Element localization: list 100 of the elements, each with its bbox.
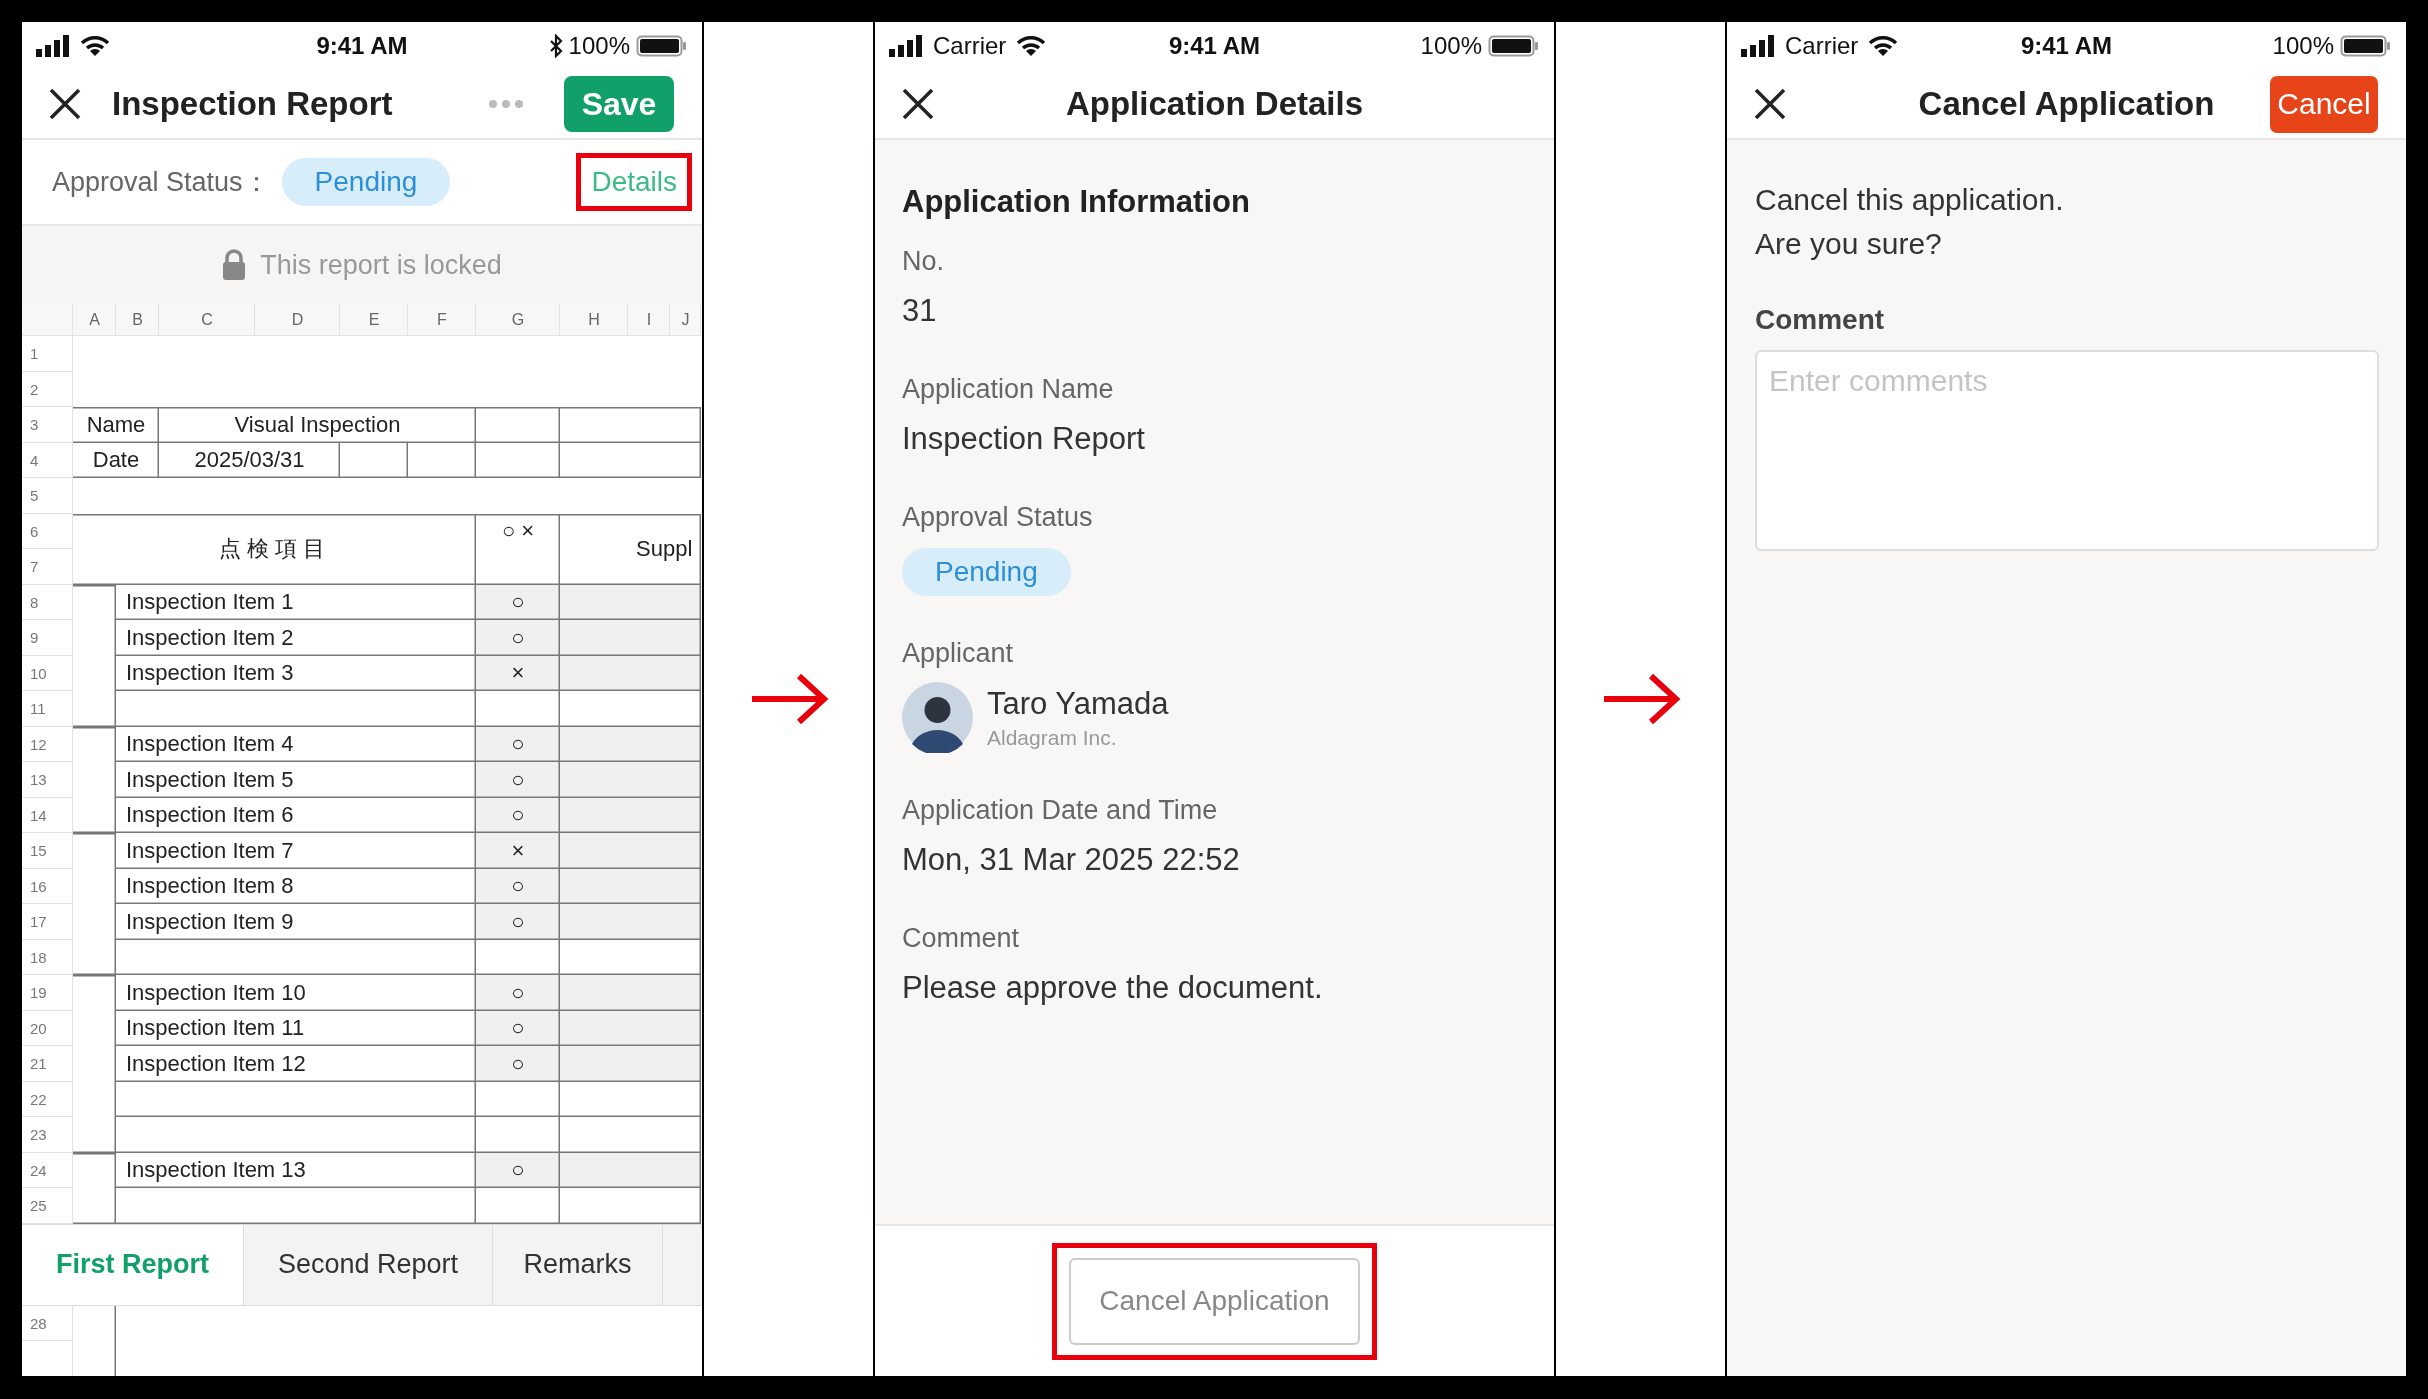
row-number: 2 — [22, 371, 73, 407]
table-cell: ○ — [476, 797, 560, 833]
row-number: 23 — [22, 1117, 73, 1153]
battery-percent: 100% — [568, 32, 630, 60]
row-number: 6 — [22, 513, 73, 549]
details-link[interactable]: Details — [581, 158, 687, 206]
column-header: J — [670, 304, 701, 336]
applicant-name: Taro Yamada — [987, 685, 1169, 722]
table-cell: Date — [73, 442, 159, 478]
table-cell: Inspection Item 2 — [116, 620, 476, 656]
row-number: 16 — [22, 868, 73, 904]
battery-icon — [636, 34, 688, 58]
wifi-icon — [1016, 35, 1047, 57]
row-number: 5 — [22, 478, 73, 514]
field-label: Application Name — [902, 373, 1115, 406]
battery-percent: 100% — [2272, 32, 2334, 60]
field-value: Please approve the document. — [902, 969, 1323, 1007]
lock-notice: This report is locked — [260, 249, 502, 281]
row-number: 14 — [22, 797, 73, 833]
table-cell: ○ — [476, 584, 560, 620]
table-cell: Inspection Item 13 — [116, 1152, 476, 1188]
column-header: H — [560, 304, 628, 336]
row-number: 15 — [22, 833, 73, 869]
table-cell: ○ — [476, 726, 560, 762]
field-label: Approval Status — [902, 501, 1094, 534]
row-number: 7 — [22, 549, 73, 585]
row-number: 22 — [22, 1081, 73, 1117]
field-label: Comment — [902, 922, 1021, 955]
field-value: 31 — [902, 292, 937, 330]
table-cell: Inspection Item 12 — [116, 1046, 476, 1082]
confirmation-message: Cancel this application. — [1755, 182, 2065, 218]
table-cell: Inspection Item 8 — [116, 868, 476, 904]
signal-icon — [889, 35, 923, 57]
field-value: Inspection Report — [902, 420, 1145, 458]
close-icon[interactable] — [48, 87, 82, 121]
table-cell: Inspection Item 4 — [116, 726, 476, 762]
table-cell: ○ — [476, 1046, 560, 1082]
signal-icon — [1741, 35, 1775, 57]
table-cell: Inspection Item 7 — [116, 833, 476, 869]
table-cell: Inspection Item 10 — [116, 975, 476, 1011]
status-badge: Pending — [281, 158, 451, 206]
field-label: Applicant — [902, 637, 1015, 670]
table-header: ○ × — [476, 513, 560, 585]
table-cell: ○ — [476, 868, 560, 904]
column-header: G — [476, 304, 560, 336]
carrier-name: Carrier — [933, 32, 1007, 60]
wifi-icon — [1868, 35, 1899, 57]
close-icon[interactable] — [901, 87, 935, 121]
table-cell: ○ — [476, 620, 560, 656]
approval-label: Approval Status： — [52, 166, 270, 199]
table-cell — [73, 1152, 116, 1224]
screen-title: Inspection Report — [112, 85, 393, 123]
cancel-application-button[interactable]: Cancel Application — [1069, 1257, 1360, 1345]
screen-title: Application Details — [1065, 85, 1364, 122]
table-cell: × — [476, 655, 560, 691]
row-number: 18 — [22, 939, 73, 975]
close-icon[interactable] — [1753, 87, 1787, 121]
row-number: 25 — [22, 1188, 73, 1224]
row-number: 19 — [22, 975, 73, 1011]
row-number: 17 — [22, 904, 73, 940]
comment-field[interactable]: Enter comments — [1755, 350, 2379, 551]
table-header: 点検項目 — [73, 513, 476, 585]
status-time: 9:41 AM — [1168, 32, 1261, 60]
row-number: 13 — [22, 762, 73, 798]
table-cell: ○ — [476, 975, 560, 1011]
column-header: D — [255, 304, 340, 336]
table-cell: ○ — [476, 762, 560, 798]
table-cell: 2025/03/31 — [159, 442, 340, 478]
table-cell: Visual Inspection — [159, 407, 476, 443]
table-cell: Inspection Item 6 — [116, 797, 476, 833]
table-cell: Inspection Item 5 — [116, 762, 476, 798]
lock-icon — [222, 249, 247, 281]
row-number: 8 — [22, 584, 73, 620]
field-label: No. — [902, 245, 946, 278]
wifi-icon — [80, 35, 110, 57]
battery-percent: 100% — [1420, 32, 1482, 60]
battery-icon — [2340, 34, 2392, 58]
table-cell: Inspection Item 9 — [116, 904, 476, 940]
table-cell — [408, 442, 476, 478]
carrier-name: Carrier — [1785, 32, 1859, 60]
table-cell: ○ — [476, 904, 560, 940]
row-number: 4 — [22, 442, 73, 478]
screen-title: Cancel Application — [1918, 85, 2215, 122]
signal-icon — [36, 35, 70, 57]
comment-label: Comment — [1755, 304, 1886, 336]
table-cell: × — [476, 833, 560, 869]
table-cell: Inspection Item 3 — [116, 655, 476, 691]
column-header: E — [340, 304, 408, 336]
table-cell — [340, 442, 408, 478]
table-cell: ○ — [476, 1152, 560, 1188]
applicant-organization: Aldagram Inc. — [987, 725, 1118, 750]
cancel-button[interactable]: Cancel — [2270, 75, 2378, 133]
row-number: 24 — [22, 1152, 73, 1188]
save-button[interactable]: Save — [564, 76, 674, 132]
status-time: 9:41 AM — [316, 32, 408, 60]
row-number: 11 — [22, 691, 73, 727]
status-time: 9:41 AM — [2020, 32, 2113, 60]
tab[interactable]: First Report — [22, 1224, 244, 1305]
column-header: F — [408, 304, 476, 336]
battery-icon — [1488, 34, 1540, 58]
